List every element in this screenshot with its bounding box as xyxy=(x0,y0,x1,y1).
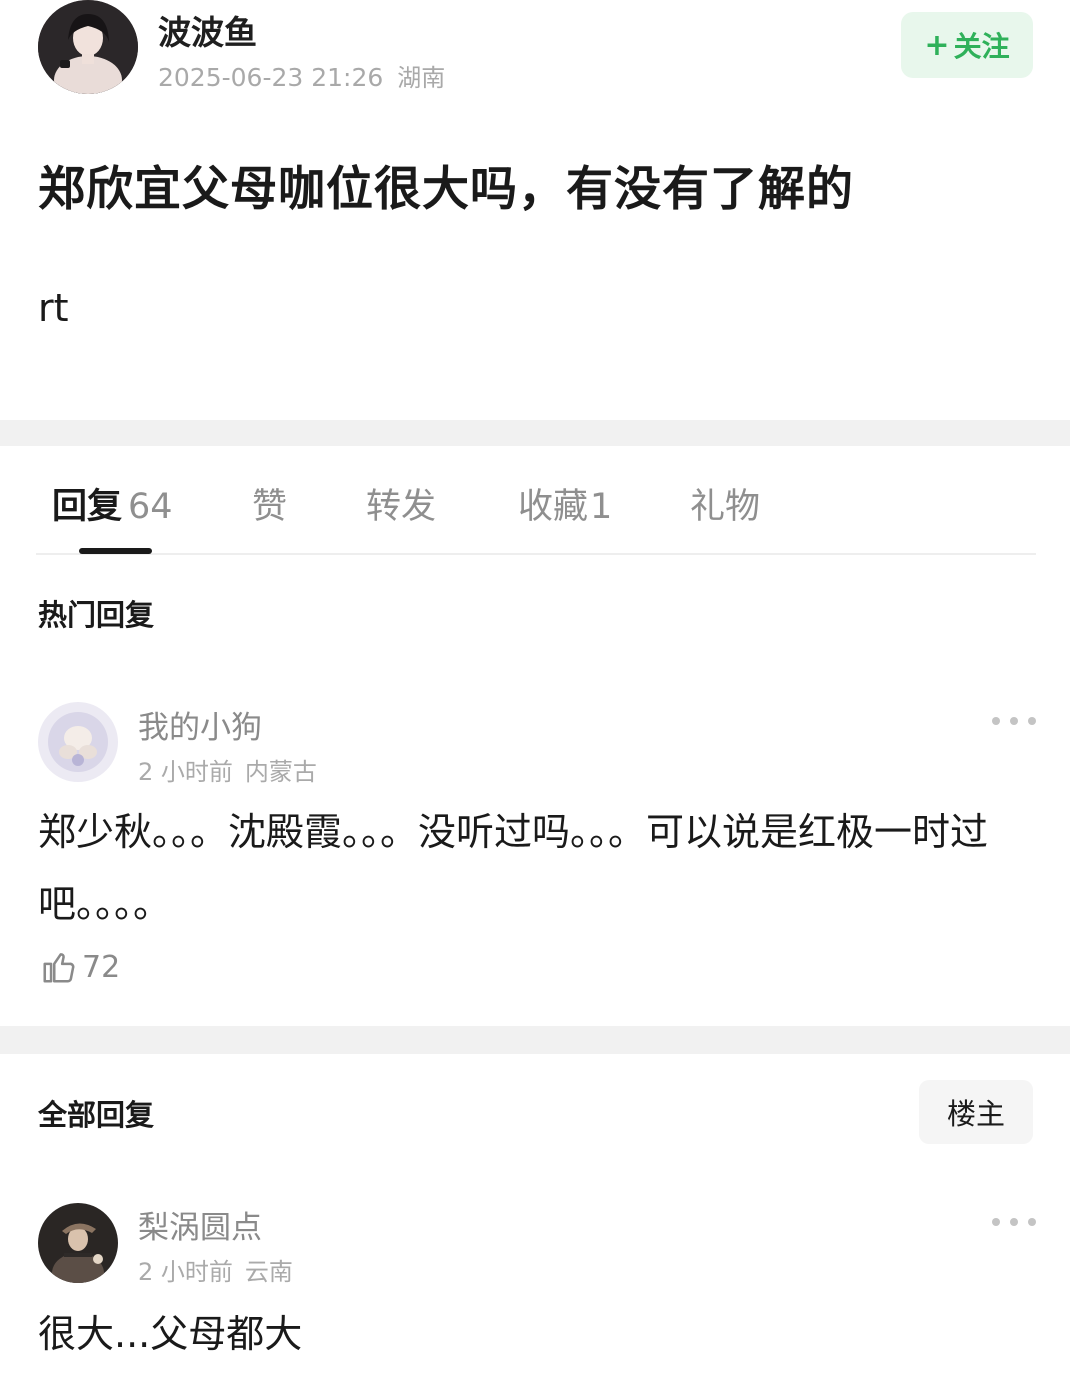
tab-replies-label: 回复 xyxy=(52,487,123,527)
follow-label: 关注 xyxy=(953,30,1010,63)
reply-meta-2: 2 小时前 云南 xyxy=(138,1252,293,1287)
op-only-filter-button[interactable]: 楼主 xyxy=(919,1080,1033,1144)
author-avatar-image xyxy=(38,0,138,94)
thumbs-up-icon xyxy=(43,953,75,983)
post-title: 郑欣宜父母咖位很大吗，有没有了解的 xyxy=(38,162,854,217)
tab-reposts[interactable]: 转发 xyxy=(366,478,436,529)
reply-avatar-2[interactable] xyxy=(38,1203,118,1283)
like-count: 72 xyxy=(82,949,121,985)
reply-avatar[interactable] xyxy=(38,702,118,782)
section-divider-2 xyxy=(0,1026,1070,1054)
author-avatar[interactable] xyxy=(38,0,138,94)
tab-favorites-count: 1 xyxy=(590,487,613,527)
tab-likes[interactable]: 赞 xyxy=(252,478,287,529)
tab-likes-label: 赞 xyxy=(252,487,288,527)
reply-meta: 2 小时前 内蒙古 xyxy=(138,752,317,787)
reply-location-2: 云南 xyxy=(244,1258,293,1286)
post-datetime: 2025-06-23 21:26 xyxy=(158,63,384,92)
reply-avatar-image-2 xyxy=(38,1203,118,1283)
tab-replies-count: 64 xyxy=(128,487,173,527)
post-meta: 2025-06-23 21:26 湖南 xyxy=(158,58,445,93)
reply-author-name-2[interactable]: 梨涡圆点 xyxy=(138,1202,262,1247)
reply-text-2: 很大...父母都大 xyxy=(38,1312,303,1356)
tabs-divider xyxy=(36,553,1036,555)
post-location: 湖南 xyxy=(397,64,446,92)
post-body: rt xyxy=(38,286,69,330)
hot-replies-title: 热门回复 xyxy=(38,598,155,632)
reply-location: 内蒙古 xyxy=(244,758,317,786)
reply-author-name[interactable]: 我的小狗 xyxy=(138,702,262,747)
more-dots-icon-2[interactable] xyxy=(992,1212,1036,1232)
plus-icon: + xyxy=(924,27,950,63)
tab-favorites-label: 收藏 xyxy=(518,487,589,527)
tab-gifts[interactable]: 礼物 xyxy=(690,478,760,529)
tab-gifts-label: 礼物 xyxy=(690,487,761,527)
active-tab-indicator xyxy=(79,548,152,554)
author-name[interactable]: 波波鱼 xyxy=(158,6,257,54)
tab-favorites[interactable]: 收藏1 xyxy=(518,478,612,529)
tab-reposts-label: 转发 xyxy=(366,487,437,527)
like-button[interactable]: 72 xyxy=(40,948,120,986)
follow-button[interactable]: + 关注 xyxy=(901,12,1033,78)
tab-replies[interactable]: 回复 64 xyxy=(52,478,173,529)
reply-avatar-image xyxy=(38,702,118,782)
section-divider xyxy=(0,420,1070,446)
reply-text: 郑少秋。。。沈殿霞。。。没听过吗。。。可以说是红极一时过吧。。。。 xyxy=(38,810,989,926)
all-replies-title: 全部回复 xyxy=(38,1098,155,1132)
reply-time-2: 2 小时前 xyxy=(138,1258,233,1286)
more-dots-icon[interactable] xyxy=(992,711,1036,731)
reply-time: 2 小时前 xyxy=(138,758,233,786)
